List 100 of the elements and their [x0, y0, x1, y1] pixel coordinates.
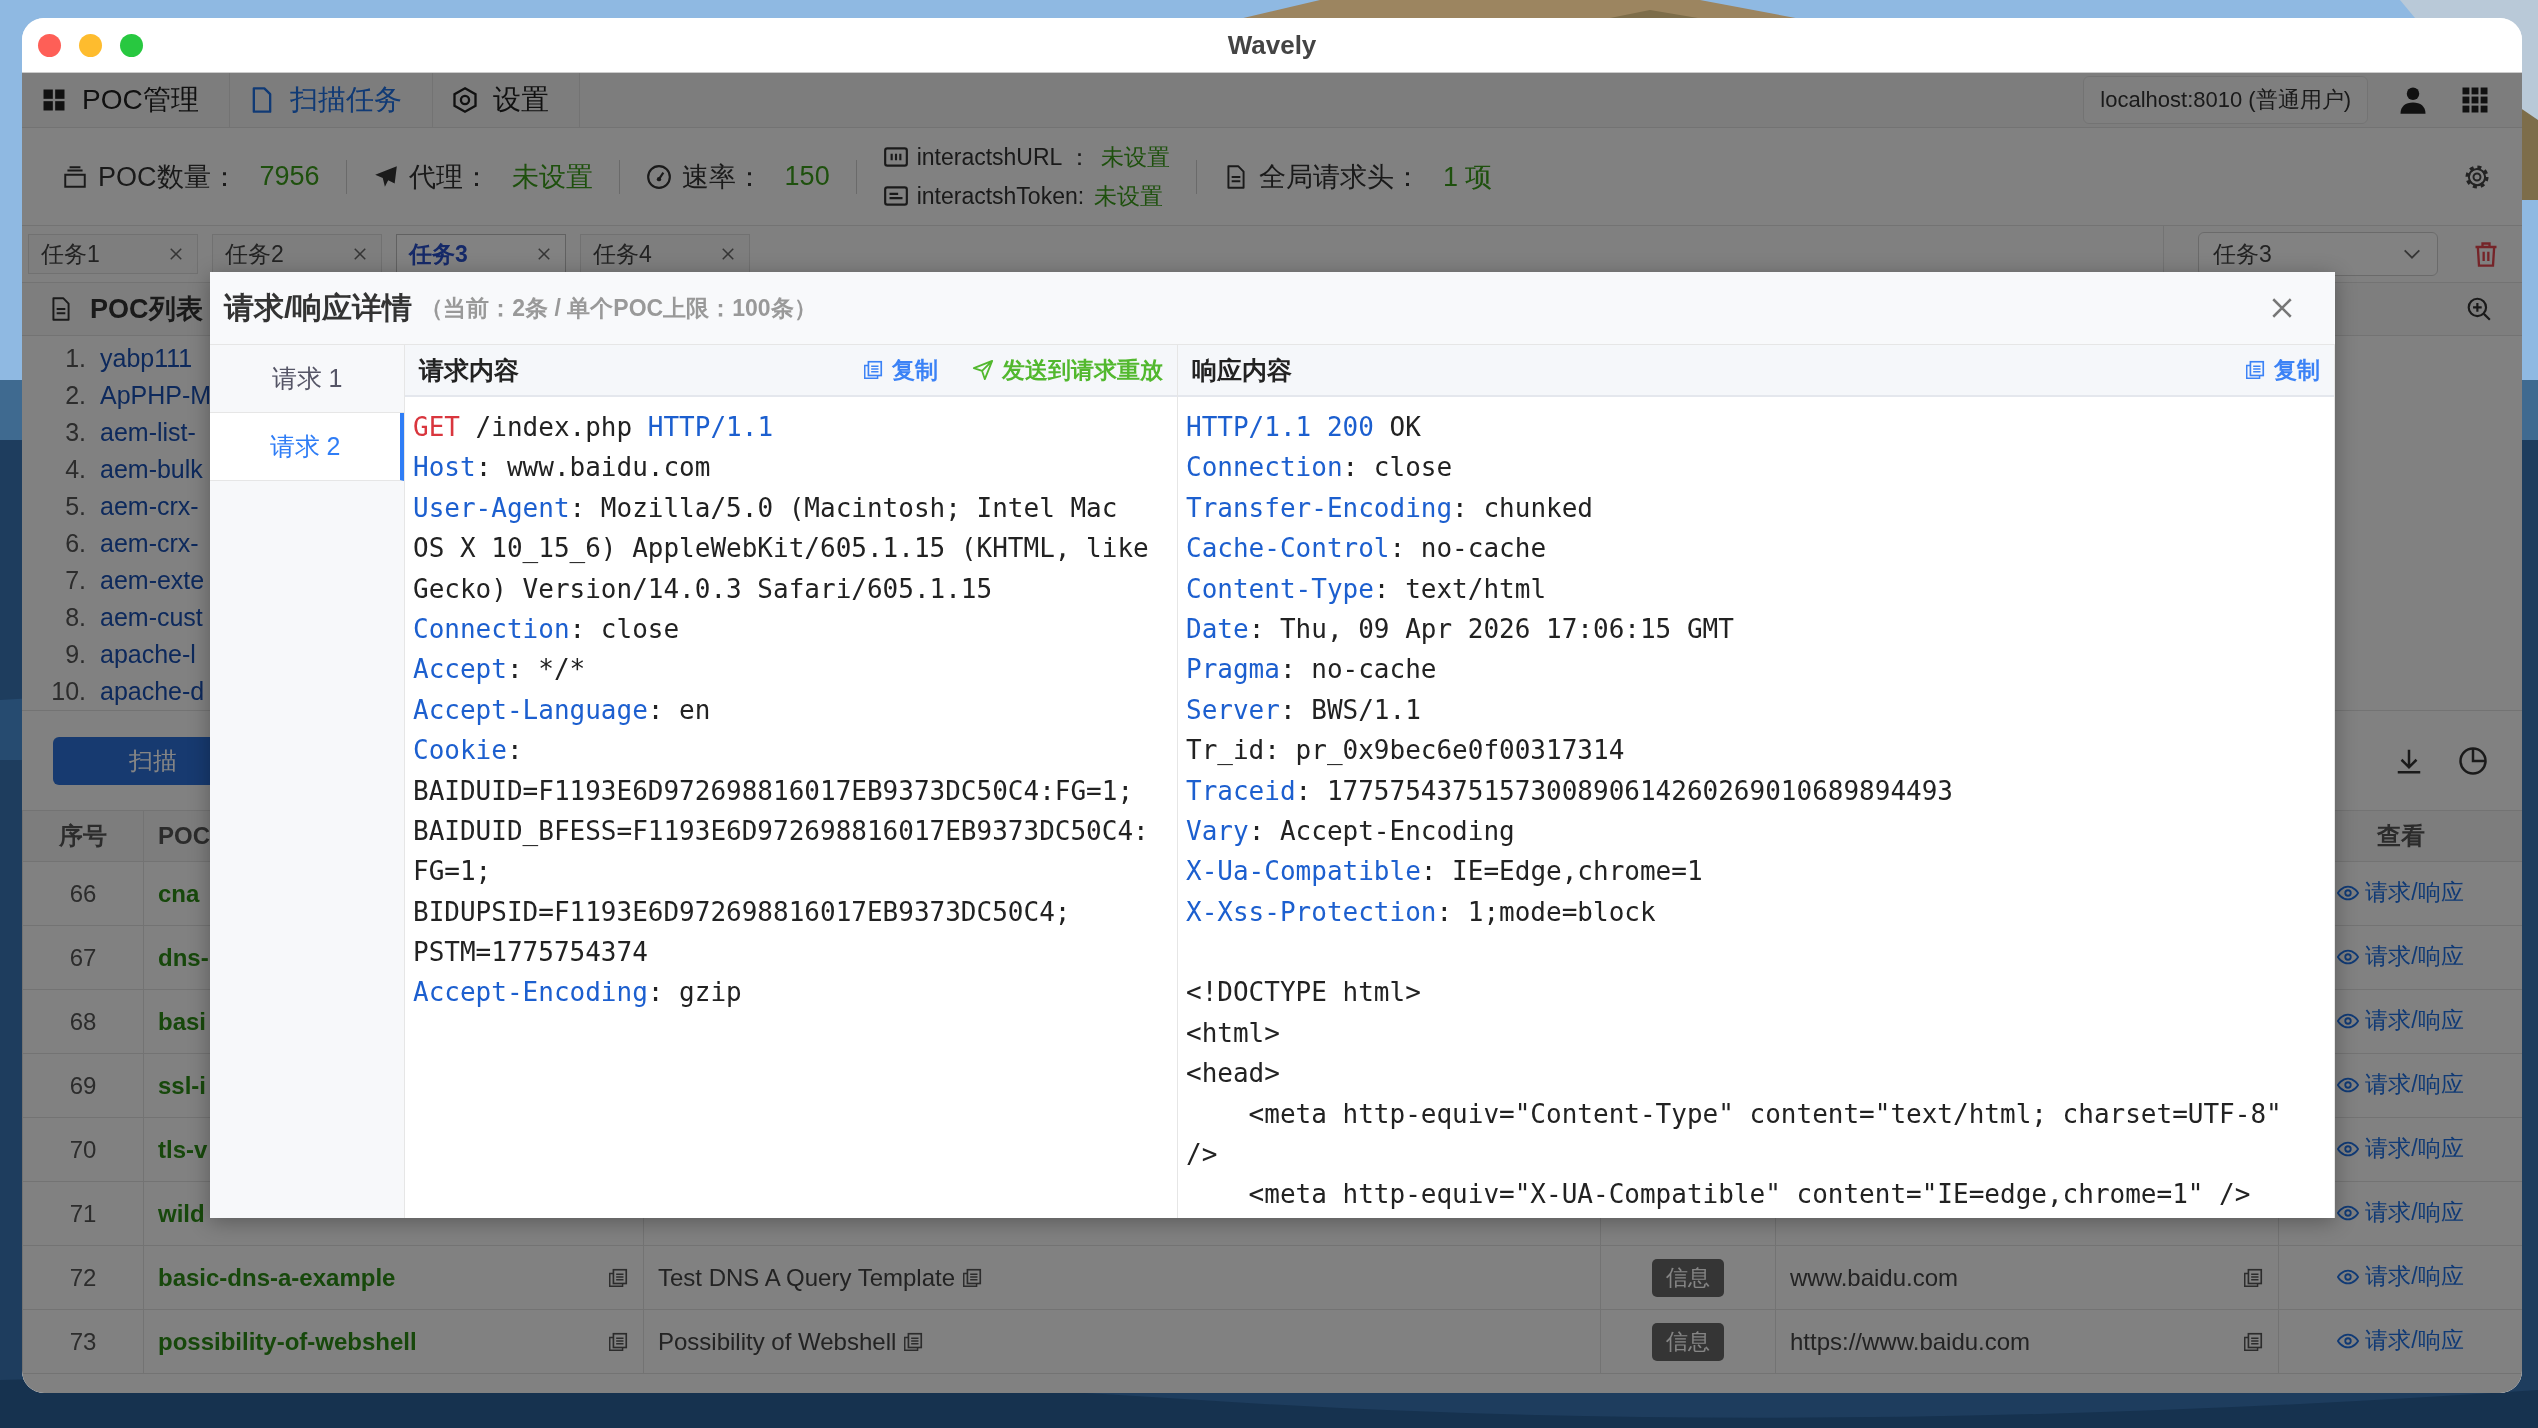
poc-name: possibility-of-webshell: [158, 1327, 417, 1356]
send-icon: [972, 359, 994, 381]
pie-chart-icon[interactable]: [2458, 745, 2488, 776]
stat-label: 速率：: [681, 160, 763, 194]
panel-title: POC列表: [90, 293, 203, 326]
poc-link[interactable]: apache-d: [100, 677, 205, 706]
code-line: Accept-Encoding: gzip: [413, 976, 743, 1010]
user-icon[interactable]: [2398, 85, 2428, 115]
description-text: Possibility of Webshell: [658, 1327, 897, 1356]
stat-label: 代理：: [408, 160, 490, 194]
code-line: Transfer-Encoding: chunked: [1186, 491, 1594, 525]
stat-value: 150: [784, 161, 830, 192]
code-line: BAIDUID=F1193E6D972698816017EB9373DC50C4:FG=1;: [413, 774, 1135, 808]
poc-link[interactable]: aem-list-: [100, 418, 196, 447]
code-line: Date: Thu, 09 Apr 2026 17:06:15 GMT: [1186, 612, 1735, 646]
poc-link[interactable]: aem-exte: [100, 566, 205, 595]
list-number: 5.: [64, 492, 86, 521]
target-text: www.baidu.com: [1790, 1263, 1959, 1292]
code-line: Content-Type: text/html: [1186, 572, 1548, 606]
code-line: Host: www.baidu.com: [413, 451, 712, 485]
close-icon[interactable]: [535, 245, 553, 263]
table-cell: 71: [22, 1181, 144, 1246]
stat-label: interactshToken:: [916, 182, 1085, 210]
copy-icon[interactable]: [607, 1266, 629, 1289]
dialog-subtitle: （当前：2条 / 单个POC上限：100条）: [420, 293, 818, 323]
code-line: Connection: close: [413, 612, 681, 646]
close-icon[interactable]: [719, 245, 737, 263]
id-card-icon: [882, 144, 909, 170]
code-line: X-Ua-Compatible: IE=Edge,chrome=1: [1186, 855, 1704, 889]
task-tab[interactable]: 任务2: [212, 234, 382, 274]
poc-name: basi: [158, 1007, 207, 1035]
stat-value: 7956: [259, 161, 320, 192]
dialog-title: 请求/响应详情: [224, 289, 413, 326]
code-line: Tr_id: pr_0x9bec6e0f00317314: [1186, 734, 1626, 768]
list-number: 4.: [64, 455, 86, 484]
poc-name: ssl-i: [158, 1071, 207, 1099]
code-line: <meta http-equiv="Content-Type" content="text/html; charset=UTF-8": [1247, 1097, 2283, 1131]
table-cell: 66: [22, 861, 144, 926]
task-tab[interactable]: 任务1: [28, 234, 198, 274]
code-line: <!DOCTYPE html>: [1186, 976, 1422, 1010]
task-tab[interactable]: 任务4: [580, 234, 750, 274]
poc-link[interactable]: ApPHP-M: [100, 381, 212, 410]
panel-title: 请求内容: [419, 354, 520, 386]
zoom-light[interactable]: [120, 33, 143, 57]
poc-name: cna: [158, 879, 200, 907]
code-line: Gecko) Version/14.0.3 Safari/605.1.15: [413, 572, 994, 606]
copy-icon: [862, 359, 884, 381]
copy-icon[interactable]: [902, 1330, 925, 1353]
code-line: Traceid: 1775754375157300890614260269010689894493: [1186, 774, 1955, 808]
code-line: Pragma: no-cache: [1186, 653, 1438, 687]
list-number: 8.: [64, 603, 86, 632]
poc-link[interactable]: aem-bulk: [100, 455, 203, 484]
table-cell: 72: [22, 1245, 144, 1310]
copy-button[interactable]: 复制: [862, 354, 938, 386]
code-line: Connection: close: [1186, 451, 1454, 485]
send-button[interactable]: 发送到请求重放: [972, 354, 1163, 386]
copy-icon[interactable]: [2242, 1266, 2264, 1289]
code-line: <head>: [1186, 1057, 1281, 1091]
zoom-in-icon[interactable]: [2466, 296, 2492, 322]
stat-value: 未设置: [511, 160, 593, 194]
poc-link[interactable]: yabp111: [100, 344, 193, 373]
code-line: GET /index.php HTTP/1.1: [413, 411, 775, 444]
copy-button[interactable]: 复制: [2244, 354, 2320, 386]
table-cell: 70: [22, 1117, 144, 1182]
task-select[interactable]: 任务3: [2198, 232, 2438, 276]
request-tab[interactable]: 请求 2: [210, 413, 404, 481]
code-line: OS X 10_15_6) AppleWebKit/605.1.15 (KHTML, like: [413, 532, 1150, 566]
code-line: Cache-Control: no-cache: [1186, 532, 1548, 566]
poc-link[interactable]: aem-crx-: [100, 492, 199, 521]
poc-link[interactable]: apache-l: [100, 640, 196, 669]
card-icon: [882, 183, 909, 209]
copy-icon[interactable]: [607, 1330, 629, 1353]
stat-label: interactshURL ：: [916, 142, 1091, 172]
code-line: Vary: Accept-Encoding: [1186, 814, 1516, 848]
tray-icon: [62, 163, 88, 190]
close-icon[interactable]: [351, 245, 369, 263]
stat-label: 全局请求头：: [1258, 160, 1421, 194]
poc-link[interactable]: aem-crx-: [100, 529, 199, 558]
copy-icon: [2244, 359, 2266, 381]
code-line: Accept: */*: [413, 653, 587, 687]
apps-icon[interactable]: [2460, 85, 2490, 115]
list-number: 9.: [64, 640, 86, 669]
settings-icon: [450, 86, 479, 114]
poc-link[interactable]: aem-cust: [100, 603, 203, 632]
code-line: />: [1186, 1138, 1219, 1172]
task-tab[interactable]: 任务3: [396, 234, 566, 274]
code-line: X-Xss-Protection: 1;mode=block: [1186, 895, 1657, 929]
code-line: Cookie:: [413, 734, 524, 768]
list-number: 6.: [64, 529, 86, 558]
close-icon[interactable]: [167, 245, 185, 263]
list-number: 10.: [50, 677, 86, 706]
table-cell: 73: [22, 1309, 144, 1374]
poc-name: wild: [158, 1199, 205, 1227]
close-light[interactable]: [38, 33, 61, 57]
copy-icon[interactable]: [961, 1266, 984, 1289]
copy-icon[interactable]: [2242, 1330, 2264, 1353]
table-cell: 67: [22, 925, 144, 990]
gauge-icon: [645, 163, 672, 190]
list-number: 2.: [64, 381, 86, 410]
code-line: User-Agent: Mozilla/5.0 (Macintosh; Intel Mac: [413, 491, 1119, 525]
